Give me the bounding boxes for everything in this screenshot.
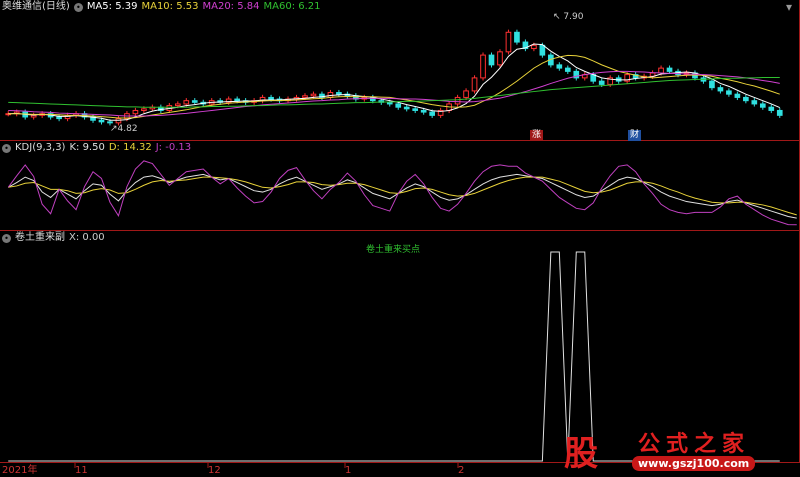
ind-settings-dot-icon[interactable]: • [2, 233, 11, 243]
candle-body [497, 51, 503, 66]
candle-body [658, 67, 664, 74]
candle-body [98, 119, 105, 123]
candle-body [395, 103, 402, 108]
candle-body [386, 101, 393, 105]
candle-body [709, 80, 715, 89]
kdj-j-value: J: -0.13 [155, 142, 192, 153]
candle-body [514, 31, 520, 43]
high-price-label: ↖ 7.90 [553, 12, 584, 22]
candle-body [336, 92, 342, 95]
x-axis-label-1: 1 [345, 465, 352, 476]
indicator-name: 卷土重来副 [15, 232, 65, 243]
candle-body [302, 95, 308, 98]
candle-body [174, 103, 181, 107]
candle-body [412, 108, 419, 111]
candle-body [598, 80, 605, 85]
candle-body [556, 64, 563, 69]
indicator-x-value: X: 0.00 [69, 232, 105, 243]
candle-body [420, 109, 427, 113]
kdj-d-line [8, 176, 797, 216]
chart-canvas [0, 0, 800, 468]
high-price-value: 7.90 [563, 12, 584, 22]
candle-body [463, 90, 469, 98]
candle-body [268, 96, 274, 100]
watermark-logo: 股 公式之家 www.gszj100.com [558, 424, 782, 474]
ma20-label: MA20: 5.84 [202, 1, 260, 12]
kdj-k-value: K: 9.50 [69, 142, 105, 153]
ma5-label: MA5: 5.39 [86, 1, 138, 12]
candle-body [30, 114, 37, 118]
candle-body [539, 44, 546, 56]
ma20-line [8, 70, 780, 117]
logo-gu-char: 股 [564, 434, 598, 474]
kdj-panel [7, 160, 797, 226]
candle-body [743, 96, 749, 102]
candle-body [564, 67, 571, 72]
kdj-settings-dot-icon[interactable]: • [2, 143, 11, 153]
candle-body [132, 109, 139, 115]
candle-body [759, 103, 766, 108]
candle-body [768, 106, 775, 111]
candle-body [141, 108, 147, 111]
x-axis-label-year: 2021年 [2, 465, 38, 476]
x-axis-label-2: 2 [458, 465, 465, 476]
main-panel-header: 奥维通信(日线) • MA5: 5.39 MA10: 5.53 MA20: 5.… [2, 0, 321, 14]
ma60-label: MA60: 6.21 [263, 1, 321, 12]
candle-body [234, 98, 240, 102]
candle-body [310, 93, 317, 97]
candle-body [471, 77, 478, 92]
main-price-panel [5, 29, 783, 126]
kdj-d-value: D: 14.32 [108, 142, 152, 153]
logo-url: www.gszj100.com [632, 456, 756, 471]
kdj-panel-header: • KDJ(9,3,3) K: 9.50 D: 14.32 J: -0.13 [2, 141, 191, 155]
x-axis-label-12: 12 [208, 465, 221, 476]
candle-body [776, 109, 783, 116]
candle-body [751, 100, 758, 105]
ma60-line [8, 77, 780, 108]
candle-body [726, 90, 732, 95]
candle-body [107, 121, 113, 124]
candle-body [666, 67, 673, 72]
panel-frame [0, 0, 800, 468]
menu-icon[interactable]: ▾ [782, 0, 796, 14]
candle-body [734, 93, 741, 98]
low-price-label: ↗4.82 [110, 124, 138, 134]
candle-body [717, 87, 724, 92]
candle-body [531, 44, 537, 50]
candle-body [56, 116, 62, 120]
low-price-value: 4.82 [117, 124, 138, 134]
candle-body [183, 100, 190, 105]
ma10-line [8, 54, 780, 119]
logo-site-name: 公式之家 [638, 431, 751, 457]
settings-dot-icon[interactable]: • [73, 2, 83, 12]
stock-name: 奥维通信(日线) [2, 1, 70, 12]
x-axis-label-11: 11 [75, 465, 88, 476]
signal-label: 卷土重来买点 [366, 245, 421, 255]
candle-body [429, 111, 435, 116]
finance-stamp[interactable]: 财 [628, 130, 641, 141]
candle-body [480, 54, 486, 79]
candle-body [505, 31, 512, 53]
rise-stamp[interactable]: 涨 [530, 130, 543, 141]
indicator-panel-header: • 卷土重来副 X: 0.00 [2, 231, 105, 245]
ma5-line [8, 43, 780, 121]
ma10-label: MA10: 5.53 [141, 1, 199, 12]
candle-body [191, 100, 198, 103]
candle-body [488, 54, 495, 66]
candle-body [454, 96, 461, 105]
candle-body [403, 106, 410, 110]
kdj-k-line [7, 173, 797, 219]
kdj-name: KDJ(9,3,3) [15, 142, 66, 153]
